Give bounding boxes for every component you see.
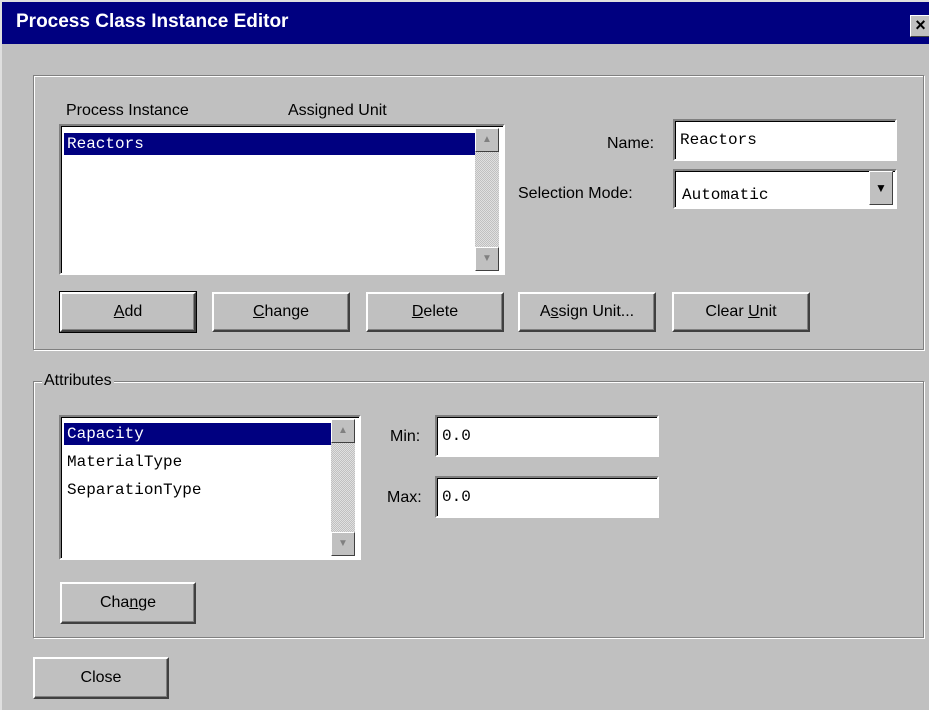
list-item[interactable]: MaterialType — [64, 451, 333, 473]
change-button[interactable]: Change — [212, 292, 350, 332]
attributes-list[interactable]: Capacity MaterialType SeparationType ▲ ▼ — [59, 415, 361, 560]
up-arrow-icon: ▲ — [482, 134, 492, 145]
add-button[interactable]: Add — [59, 291, 197, 333]
max-field[interactable]: 0.0 — [435, 476, 659, 518]
selection-mode-select[interactable]: Automatic ▼ — [673, 169, 897, 209]
scroll-up-button[interactable]: ▲ — [475, 128, 499, 152]
min-label: Min: — [390, 428, 421, 445]
dialog-window: Process Class Instance Editor × Process … — [0, 0, 929, 710]
assign-label-key: s — [550, 303, 559, 320]
clear-label-pre: Clear — [705, 303, 749, 320]
scroll-down-button[interactable]: ▼ — [331, 532, 355, 556]
close-icon: × — [915, 15, 926, 35]
window-title: Process Class Instance Editor — [16, 11, 289, 32]
assign-unit-button[interactable]: Assign Unit... — [518, 292, 656, 332]
delete-label-post: elete — [423, 303, 459, 320]
down-arrow-icon: ▼ — [482, 253, 492, 264]
list-item-label: SeparationType — [67, 481, 202, 499]
scroll-down-button[interactable]: ▼ — [475, 247, 499, 271]
list-item[interactable]: Capacity — [64, 423, 333, 445]
attr-change-label-key: n — [129, 594, 139, 611]
name-field[interactable]: Reactors — [673, 119, 897, 161]
list-item-label: MaterialType — [67, 453, 183, 471]
min-field-value: 0.0 — [442, 427, 471, 445]
attributes-group-label: Attributes — [42, 372, 114, 390]
attr-change-label-pre: Cha — [99, 594, 130, 611]
name-label: Name: — [607, 135, 655, 152]
min-field[interactable]: 0.0 — [435, 415, 659, 457]
clear-label-key: U — [748, 303, 760, 320]
name-field-value: Reactors — [680, 131, 757, 149]
selection-mode-label: Selection Mode: — [518, 185, 633, 202]
down-arrow-icon: ▼ — [338, 538, 348, 549]
delete-button[interactable]: Delete — [366, 292, 504, 332]
selection-mode-value: Automatic — [682, 186, 769, 204]
clear-unit-button[interactable]: Clear Unit — [672, 292, 810, 332]
attributes-list-scrollbar[interactable]: ▲ ▼ — [331, 419, 355, 556]
max-label: Max: — [387, 489, 422, 506]
assigned-unit-header: Assigned Unit — [288, 102, 387, 119]
title-bar[interactable]: Process Class Instance Editor — [2, 2, 929, 44]
delete-label-key: D — [411, 303, 424, 320]
change-label-key: C — [252, 303, 265, 320]
assign-label-post: sign Unit... — [558, 303, 635, 320]
close-button[interactable]: Close — [33, 657, 169, 699]
change-label-post: hange — [264, 303, 310, 320]
list-item[interactable]: SeparationType — [64, 479, 333, 501]
scroll-up-button[interactable]: ▲ — [331, 419, 355, 443]
attribute-change-button[interactable]: Change — [60, 582, 196, 624]
clear-label-post: nit — [759, 303, 777, 320]
process-instance-header: Process Instance — [66, 102, 189, 119]
process-instance-list[interactable]: Reactors ▲ ▼ — [59, 124, 505, 275]
list-item-label: Capacity — [67, 425, 144, 443]
up-arrow-icon: ▲ — [338, 425, 348, 436]
list-item-label: Reactors — [67, 135, 144, 153]
max-field-value: 0.0 — [442, 488, 471, 506]
attr-change-label-post: ge — [138, 594, 157, 611]
close-window-button[interactable]: × — [910, 15, 929, 37]
add-label-key: A — [113, 303, 125, 320]
add-label-post: dd — [124, 303, 143, 320]
process-list-scrollbar[interactable]: ▲ ▼ — [475, 128, 499, 271]
chevron-down-icon: ▼ — [875, 181, 887, 195]
close-button-label: Close — [80, 669, 122, 686]
assign-label-pre: A — [539, 303, 551, 320]
list-item[interactable]: Reactors — [64, 133, 477, 155]
dropdown-button[interactable]: ▼ — [869, 171, 893, 205]
